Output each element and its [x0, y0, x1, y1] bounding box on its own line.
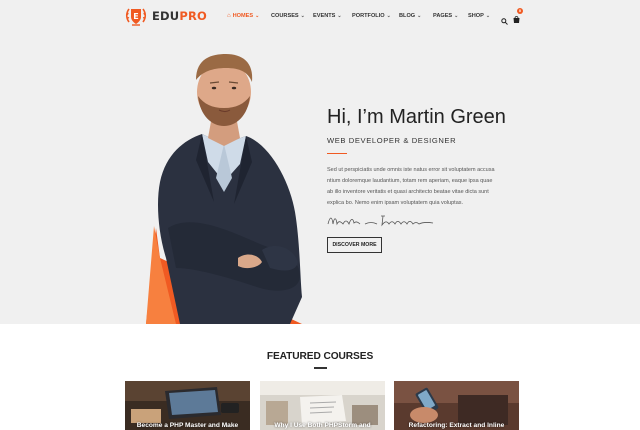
logo-text: EDUPRO — [152, 9, 208, 23]
hero-text-line: ab illo inventore veritatis et quasi arc… — [327, 189, 489, 195]
course-card[interactable]: Become a PHP Master and Make — [125, 381, 250, 430]
nav-label: PORTFOLIO — [352, 13, 385, 19]
nav-label: PAGES — [433, 13, 453, 19]
hero-section: Hi, I’m Martin Green WEB DEVELOPER & DES… — [0, 32, 640, 324]
chevron-down-icon: ⌄ — [337, 13, 342, 19]
nav-label: BLOG — [399, 13, 416, 19]
hero-text-line: ntium doloremque laudantium, totam rem a… — [327, 178, 493, 184]
nav-label: SHOP — [468, 13, 484, 19]
chevron-down-icon: ⌄ — [417, 13, 422, 19]
site-logo[interactable]: E EDUPRO — [124, 4, 207, 28]
hero-text-line: Sed ut perspiciatis unde omnis iste natu… — [327, 167, 495, 173]
nav-label: HOMES — [232, 13, 254, 19]
chevron-down-icon: ⌄ — [485, 13, 491, 19]
nav-item-shop[interactable]: SHOP ⌄ — [468, 13, 490, 19]
signature-image — [325, 212, 437, 230]
nav-item-events[interactable]: EVENTS ⌄ — [313, 13, 342, 19]
nav-item-courses[interactable]: COURSES ⌄ — [271, 13, 305, 19]
site-header: E EDUPRO ⌂ HOMES ⌄ COURSES ⌄ EVENTS ⌄ PO… — [0, 0, 640, 32]
hero-text-line: explica bo. Nemo enim ipsam voluptatem q… — [327, 200, 464, 206]
nav-label: COURSES — [271, 13, 299, 19]
nav-label: EVENTS — [313, 13, 336, 19]
svg-text:E: E — [133, 12, 138, 21]
home-icon: ⌂ — [227, 13, 231, 19]
portrait-image — [140, 32, 320, 324]
cart-count-badge: 0 — [517, 8, 523, 14]
chevron-down-icon: ⌄ — [386, 13, 391, 19]
course-title[interactable]: Refactoring: Extract and Inline — [394, 422, 519, 430]
hero-divider — [327, 153, 347, 154]
course-card[interactable]: Why I Use Both PHPStorm and — [260, 381, 385, 430]
chevron-down-icon: ⌄ — [300, 13, 305, 19]
hero-title: Hi, I’m Martin Green — [327, 106, 506, 128]
course-title[interactable]: Why I Use Both PHPStorm and — [260, 422, 385, 430]
hero-subtitle: WEB DEVELOPER & DESIGNER — [327, 136, 457, 145]
nav-item-pages[interactable]: PAGES ⌄ — [433, 13, 458, 19]
nav-item-homes[interactable]: ⌂ HOMES ⌄ — [227, 13, 259, 19]
featured-courses-heading: FEATURED COURSES — [266, 351, 374, 362]
logo-badge-icon: E — [124, 4, 148, 28]
heading-underline — [314, 367, 327, 369]
nav-item-blog[interactable]: BLOG ⌄ — [399, 13, 421, 19]
chevron-down-icon: ⌄ — [255, 13, 260, 19]
nav-item-portfolio[interactable]: PORTFOLIO ⌄ — [352, 13, 391, 19]
course-title[interactable]: Become a PHP Master and Make — [125, 422, 250, 430]
course-card[interactable]: Refactoring: Extract and Inline — [394, 381, 519, 430]
hero-description: Sed ut perspiciatis unde omnis iste natu… — [327, 165, 519, 209]
search-icon[interactable] — [501, 12, 508, 25]
discover-more-button[interactable]: DISCOVER MORE — [327, 237, 382, 253]
chevron-down-icon: ⌄ — [454, 13, 459, 19]
